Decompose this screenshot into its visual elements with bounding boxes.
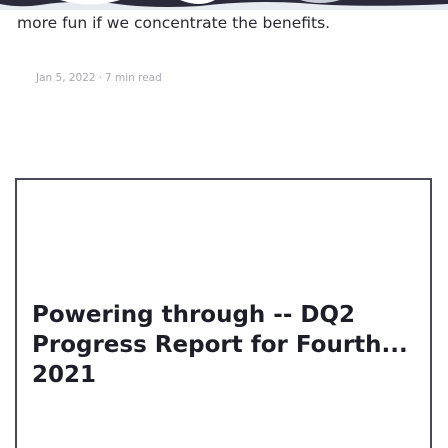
read-time: 7 min read: [104, 72, 162, 84]
next-post-title[interactable]: Powering through -- DQ2 Progress Report …: [32, 300, 432, 390]
post-date: Jan 5, 2022: [36, 72, 96, 84]
cover-image-graphic: [0, 0, 448, 10]
previous-post-cover-image[interactable]: [0, 0, 448, 10]
meta-separator: ·: [98, 72, 102, 84]
previous-post-excerpt[interactable]: more fun if we concentrate the benefits.: [17, 12, 437, 34]
blog-feed: more fun if we concentrate the benefits.…: [0, 0, 448, 448]
previous-post-meta: Jan 5, 2022 · 7 min read: [36, 72, 162, 84]
